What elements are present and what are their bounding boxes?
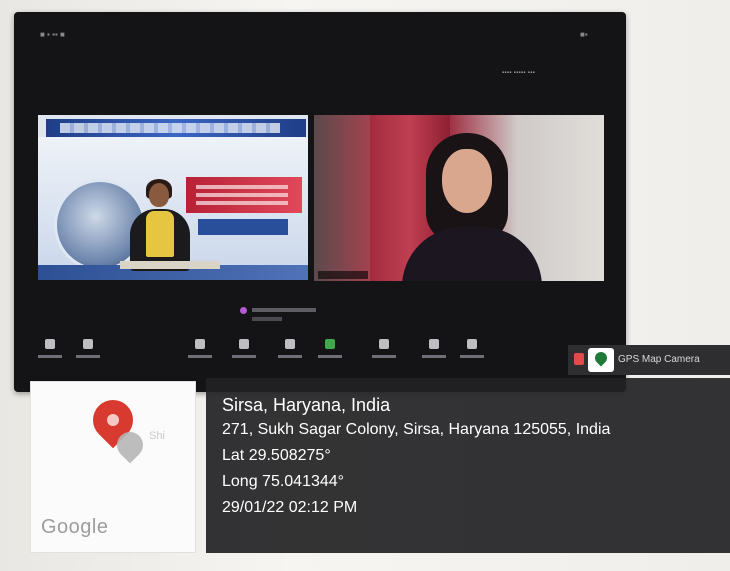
location-info: Sirsa, Haryana, India 271, Sukh Sagar Co… [222,393,610,521]
participant-name-tag [318,271,368,279]
chat-icon[interactable] [276,337,304,367]
record-indicator [574,353,584,365]
meeting-toolbar [14,337,626,373]
apps-icon[interactable] [458,337,486,367]
location-city: Sirsa, Haryana, India [222,395,391,415]
location-datetime: 29/01/22 02:12 PM [222,499,358,516]
gps-map-camera-badge: GPS Map Camera [568,345,730,375]
participant-video-tile [314,115,604,281]
location-latitude: Lat 29.508275° [222,447,331,464]
map-thumbnail: Shi Google [30,381,196,553]
participants-icon[interactable] [230,337,258,367]
location-longitude: Long 75.041344° [222,473,345,490]
map-partial-label: Shi [149,430,165,442]
active-speaker-indicator [240,305,320,325]
security-icon[interactable] [186,337,214,367]
presenter-figure [149,183,169,207]
microphone-icon[interactable] [36,337,64,367]
slide-red-band [186,177,302,213]
location-address: 271, Sukh Sagar Colony, Sirsa, Haryana 1… [222,421,611,438]
gps-camera-app-icon [588,348,614,372]
view-toggle[interactable]: ▪▪▪▪ ▪▪▪▪▪ ▪▪▪ [502,70,535,76]
google-logo: Google [41,516,109,538]
window-controls: ■ ▪ ▪▪ ■ [40,30,65,39]
record-icon[interactable] [370,337,398,367]
window-menu-icon: ■▪ [580,30,588,39]
slide-blue-band [198,219,288,235]
reactions-icon[interactable] [420,337,448,367]
slide-banner [46,119,306,137]
shared-slide-tile [38,115,308,280]
participant-face [442,149,492,213]
share-screen-icon[interactable] [316,337,344,367]
video-icon[interactable] [74,337,102,367]
gps-badge-label: GPS Map Camera [618,354,700,365]
